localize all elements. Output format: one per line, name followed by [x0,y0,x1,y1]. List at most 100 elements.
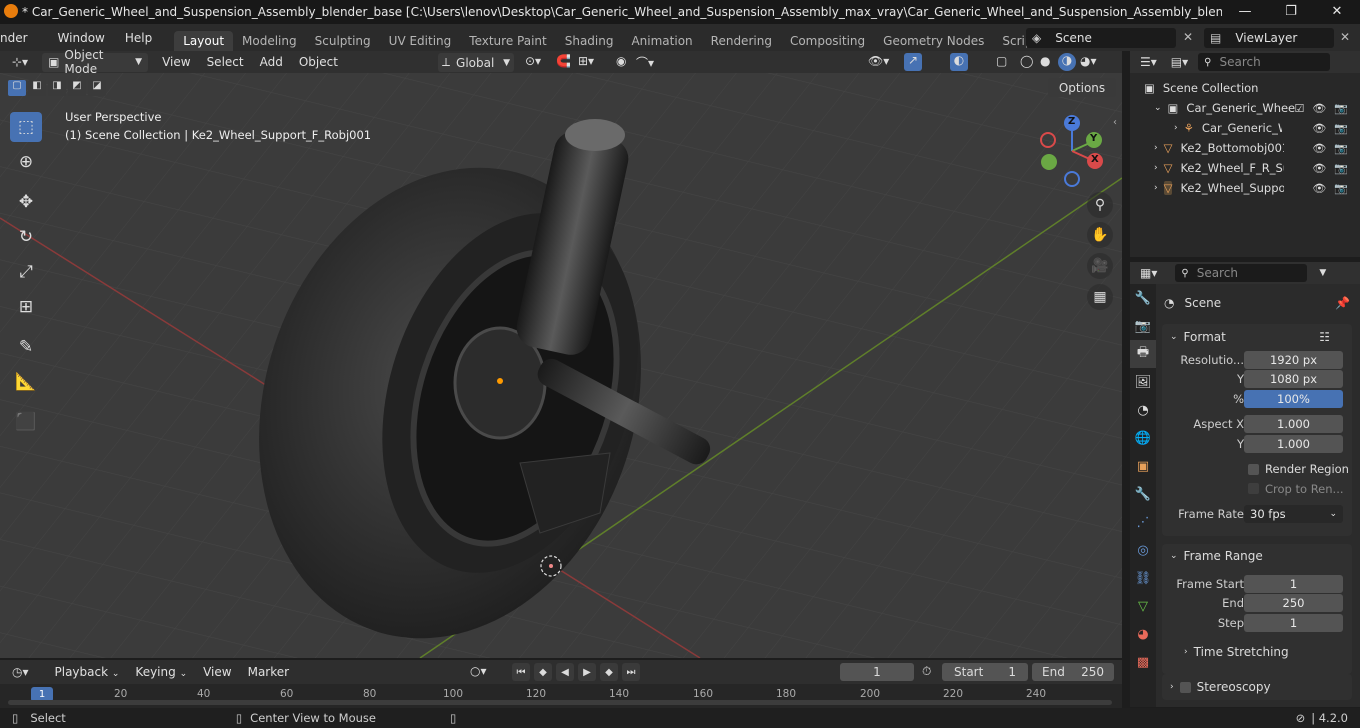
menu-window[interactable]: Window [50,31,113,45]
end-frame-field[interactable]: End 250 [1032,663,1114,681]
snap-target-icon[interactable]: ⊞▾ [578,54,594,68]
texture-tab-icon[interactable]: ▩ [1130,648,1156,676]
wireframe-shading-icon[interactable]: ◯ [1020,54,1033,68]
proportional-edit-icon[interactable]: ◉ [616,54,626,68]
options-button[interactable]: Options [1048,78,1116,97]
prev-keyframe-icon[interactable]: ◆ [534,663,552,681]
outliner-editor-type-icon[interactable]: ☰▾ [1140,55,1157,69]
outliner-row-ke2-wheel-suppor[interactable]: › ▽ Ke2_Wheel_Suppor 👁 📷 [1130,178,1360,198]
outliner-row-ke2-wheel-f-r-su[interactable]: › ▽ Ke2_Wheel_F_R_Su 👁 📷 [1130,158,1360,178]
output-tab-icon[interactable]: 🖶 [1130,340,1156,368]
next-keyframe-icon[interactable]: ◆ [600,663,618,681]
rendered-shading-icon[interactable]: ◕▾ [1080,54,1097,68]
menu-marker[interactable]: Marker [240,665,297,679]
eye-icon[interactable]: 👁 [1312,182,1326,195]
menu-add[interactable]: Add [252,55,291,69]
gizmo-toggle-icon[interactable]: ↗ [904,53,922,71]
chevron-right-icon[interactable]: › [1154,163,1158,173]
gizmo-y-label[interactable]: Y [1090,133,1097,144]
jump-start-icon[interactable]: ⏮ [512,663,530,681]
crop-row[interactable]: Crop to Ren... [1162,479,1352,499]
solid-shading-icon[interactable]: ● [1040,54,1050,68]
aspect-y-field[interactable]: 1.000 [1244,434,1343,453]
resolution-percent-field[interactable]: 100% [1244,389,1343,408]
material-tab-icon[interactable]: ◕ [1130,620,1156,648]
chevron-right-icon[interactable]: › [1174,123,1178,133]
jump-end-icon[interactable]: ⏭ [622,663,640,681]
outliner-row-car-generic-wheel[interactable]: ⌄ ▣ Car_Generic_Wheel ☑ 👁 📷 [1130,98,1360,118]
tab-layout[interactable]: Layout [174,31,234,51]
play-reverse-icon[interactable]: ◀ [556,663,574,681]
data-tab-icon[interactable]: ▽ [1130,592,1156,620]
orientation-dropdown[interactable]: ⟂ Global ▼ [438,53,514,72]
snap-icon[interactable]: 🧲 [556,54,571,68]
falloff-icon[interactable]: ⌒▾ [636,54,654,71]
menu-timeline-view[interactable]: View [195,665,239,679]
cursor-tool-icon[interactable]: ⊕ [10,147,42,177]
transform-tool-icon[interactable]: ⊞ [10,292,42,322]
frame-end-field[interactable]: 250 [1244,594,1343,613]
pan-hand-icon[interactable]: ✋ [1087,222,1113,248]
auto-key-icon[interactable]: ○▾ [470,664,487,678]
restore-button[interactable]: ❐ [1268,0,1314,24]
editor-type-icon[interactable]: ⊹▾ [12,55,28,69]
visibility-icon[interactable]: 👁▾ [868,54,889,68]
3d-viewport[interactable]: Z Y X User Perspective (1) Scene Collect… [0,73,1122,658]
select-box-tool-icon[interactable]: ⬚ [10,112,42,142]
annotate-tool-icon[interactable]: ✎ [10,332,42,362]
tab-compositing[interactable]: Compositing [781,31,874,51]
view-layer-selector[interactable]: ▤ ViewLayer [1204,28,1334,48]
outliner-row-scene-collection[interactable]: ▣ Scene Collection [1130,78,1360,98]
play-icon[interactable]: ▶ [578,663,596,681]
frame-step-field[interactable]: 1 [1244,613,1343,632]
select-extend-icon[interactable]: ◧ [28,80,46,96]
minimize-button[interactable]: — [1222,0,1268,24]
delete-view-layer-icon[interactable]: ✕ [1340,30,1350,44]
rotate-tool-icon[interactable]: ↻ [10,222,42,252]
camera-icon[interactable]: 📷 [1334,102,1348,115]
eye-icon[interactable]: 👁 [1312,142,1326,155]
menu-help[interactable]: Help [117,31,160,45]
menu-render[interactable]: nder [0,31,36,45]
measure-tool-icon[interactable]: 📐 [10,367,42,397]
mode-dropdown[interactable]: ▣ Object Mode ▼ [42,48,149,76]
scene-selector[interactable]: ◈ Scene [1026,28,1176,48]
camera-icon[interactable]: 📷 [1334,122,1348,135]
time-stretching-subpanel[interactable]: › Time Stretching [1162,641,1352,663]
close-button[interactable]: ✕ [1314,0,1360,24]
properties-editor-type-icon[interactable]: ▦▾ [1140,266,1157,280]
zoom-icon[interactable]: ⚲ [1087,192,1113,218]
timeline-ruler[interactable]: 1 20 40 60 80 100 120 140 160 180 200 22… [0,684,1122,708]
tool-tab-icon[interactable]: 🔧 [1130,284,1156,312]
xray-icon[interactable]: ▢ [996,54,1007,68]
camera-icon[interactable]: 📷 [1334,142,1348,155]
resolution-x-field[interactable]: 1920 px [1244,350,1343,369]
pin-icon[interactable]: 📌 [1335,296,1350,310]
outliner-row-car-generic-w[interactable]: › ⚘ Car_Generic_W 👁 📷 [1130,118,1360,138]
stopwatch-icon[interactable]: ⏱ [922,664,931,679]
display-mode-icon[interactable]: ▤▾ [1171,55,1188,69]
particles-tab-icon[interactable]: ⋰ [1130,508,1156,536]
tab-animation[interactable]: Animation [622,31,701,51]
sidebar-toggle-icon[interactable]: ‹ [1113,117,1117,128]
select-subtract-icon[interactable]: ◨ [48,80,66,96]
camera-view-icon[interactable]: 🎥 [1087,253,1113,279]
render-region-row[interactable]: Render Region [1162,460,1352,480]
eye-icon[interactable]: 👁 [1312,162,1326,175]
format-panel-header[interactable]: ⌄ Format ☷ [1162,324,1352,350]
chevron-right-icon[interactable]: › [1154,143,1158,153]
tab-geometry-nodes[interactable]: Geometry Nodes [874,31,993,51]
pivot-icon[interactable]: ⊙▾ [525,54,541,68]
crop-checkbox[interactable] [1248,483,1259,495]
menu-view[interactable]: View [154,55,198,69]
chevron-down-icon[interactable]: ▼ [1319,268,1326,278]
tab-texture-paint[interactable]: Texture Paint [460,31,555,51]
add-cube-tool-icon[interactable]: ⬛ [10,407,42,437]
menu-select[interactable]: Select [199,55,252,69]
chevron-right-icon[interactable]: › [1154,183,1158,193]
presets-icon[interactable]: ☷ [1319,330,1330,344]
timeline-scrollbar[interactable] [8,700,1112,705]
render-region-checkbox[interactable] [1248,463,1259,475]
tab-uv-editing[interactable]: UV Editing [380,31,461,51]
gizmo-x-label[interactable]: X [1091,154,1099,165]
